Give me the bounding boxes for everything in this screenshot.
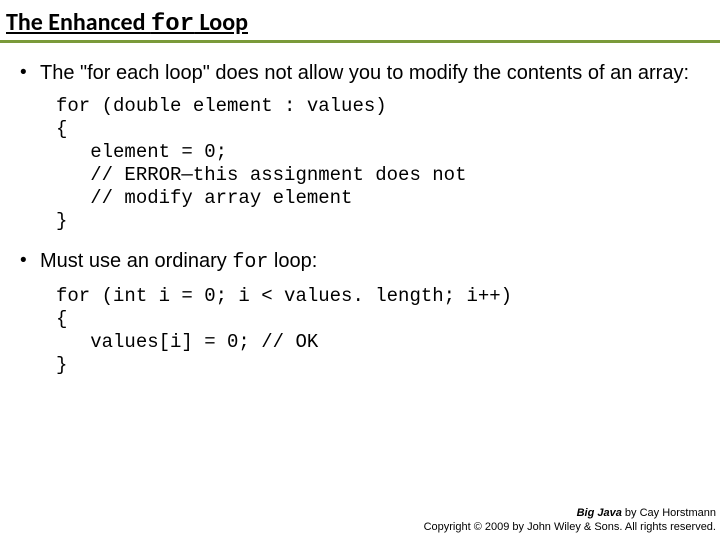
bullet-icon: •: [20, 61, 40, 85]
content-area: • The "for each loop" does not allow you…: [0, 43, 720, 377]
footer: Big Java by Cay Horstmann Copyright © 20…: [424, 506, 716, 534]
footer-line-1: Big Java by Cay Horstmann: [424, 506, 716, 520]
code-block-2: for (int i = 0; i < values. length; i++)…: [56, 285, 700, 377]
bullet2-pre: Must use an ordinary: [40, 250, 232, 272]
footer-author: by Cay Horstmann: [622, 507, 716, 519]
page-title: The Enhanced for Loop: [6, 8, 714, 38]
list-item: • Must use an ordinary for loop:: [20, 249, 700, 275]
bullet-text-2: Must use an ordinary for loop:: [40, 249, 317, 275]
bullet-list: • The "for each loop" does not allow you…: [20, 61, 700, 377]
bullet2-code: for: [232, 251, 268, 274]
bullet2-post: loop:: [268, 250, 317, 272]
footer-copyright: Copyright © 2009 by John Wiley & Sons. A…: [424, 520, 716, 534]
bullet-icon: •: [20, 249, 40, 275]
list-item: • The "for each loop" does not allow you…: [20, 61, 700, 85]
title-container: The Enhanced for Loop: [0, 0, 720, 43]
title-post: Loop: [194, 8, 248, 37]
title-code: for: [151, 11, 194, 38]
bullet-text-1: The "for each loop" does not allow you t…: [40, 61, 689, 85]
footer-book: Big Java: [577, 507, 622, 519]
code-block-1: for (double element : values) { element …: [56, 95, 700, 233]
title-pre: The Enhanced: [6, 8, 151, 37]
